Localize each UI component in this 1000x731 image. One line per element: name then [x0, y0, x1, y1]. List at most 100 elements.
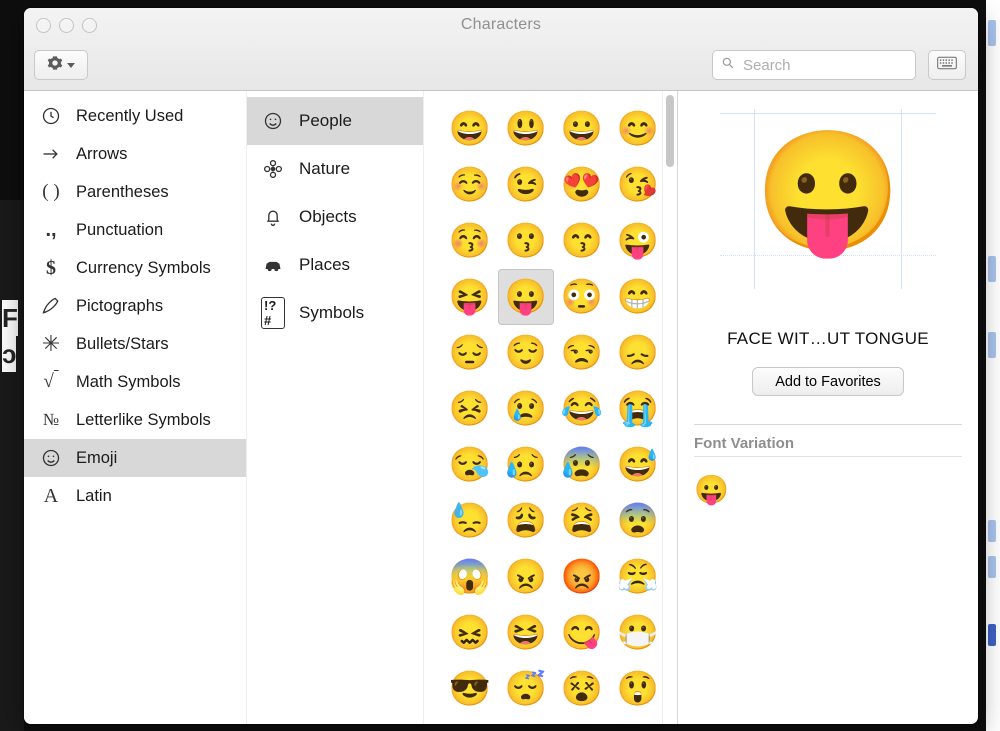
- emoji-cell[interactable]: 😣: [442, 381, 498, 437]
- emoji-cell[interactable]: 😆: [498, 605, 554, 661]
- keyboard-viewer-button[interactable]: [928, 50, 966, 80]
- emoji-cell[interactable]: 😔: [442, 325, 498, 381]
- subcategory-item-places[interactable]: Places: [247, 241, 423, 289]
- emoji-cell[interactable]: 😞: [610, 325, 662, 381]
- emoji-cell[interactable]: 😘: [610, 157, 662, 213]
- window-title: Characters: [24, 8, 978, 34]
- emoji-cell[interactable]: 😎: [442, 661, 498, 717]
- emoji-cell[interactable]: 😴: [498, 661, 554, 717]
- minimize-window-button[interactable]: [59, 18, 74, 33]
- body: Recently Used Arrows ( ) Parentheses .,Punct…: [24, 91, 978, 724]
- category-label: Parentheses: [76, 183, 169, 202]
- subcategory-item-symbols[interactable]: !?#Symbols: [247, 289, 423, 337]
- emoji-cell[interactable]: 😱: [442, 549, 498, 605]
- subcategory-item-nature[interactable]: Nature: [247, 145, 423, 193]
- emoji-cell[interactable]: 😚: [442, 213, 498, 269]
- category-label: Currency Symbols: [76, 259, 211, 278]
- emoji-cell[interactable]: 😃: [498, 101, 554, 157]
- category-item-latin[interactable]: ALatin: [24, 477, 246, 515]
- emoji-cell[interactable]: 😛: [498, 269, 554, 325]
- category-item-arrows[interactable]: Arrows: [24, 135, 246, 173]
- window-controls: [36, 18, 97, 33]
- subcategory-list: PeopleNatureObjectsPlaces!?#Symbols: [247, 91, 424, 724]
- emoji-cell[interactable]: 😩: [498, 493, 554, 549]
- emoji-cell[interactable]: 😄: [442, 101, 498, 157]
- category-item-picto[interactable]: Pictographs: [24, 287, 246, 325]
- category-label: Math Symbols: [76, 373, 181, 392]
- gear-icon: [47, 55, 63, 76]
- emoji-cell[interactable]: 😳: [554, 269, 610, 325]
- bell-icon: [261, 205, 285, 229]
- zoom-window-button[interactable]: [82, 18, 97, 33]
- close-window-button[interactable]: [36, 18, 51, 33]
- emoji-cell[interactable]: 😭: [610, 381, 662, 437]
- emoji-cell[interactable]: 😙: [554, 213, 610, 269]
- emoji-cell[interactable]: 😗: [498, 213, 554, 269]
- emoji-cell[interactable]: 😒: [554, 325, 610, 381]
- emoji-cell[interactable]: 😡: [554, 549, 610, 605]
- emoji-cell[interactable]: 😝: [442, 269, 498, 325]
- emoji-cell[interactable]: 😂: [554, 381, 610, 437]
- category-item-paren[interactable]: ( ) Parentheses: [24, 173, 246, 211]
- add-to-favorites-button[interactable]: Add to Favorites: [752, 367, 904, 396]
- character-grid-pane: 😄😃😀😊 ☺️😉😍😘 😚😗😙😜 😝😛😳😁 😔😌😒😞 😣😢😂😭 😪😥😰😅 😓😩😫😨 😱😠😡😤 😖😆😋…: [424, 91, 677, 724]
- search-input[interactable]: [741, 56, 907, 75]
- emoji-cell[interactable]: 😊: [610, 101, 662, 157]
- emoji-cell[interactable]: 😰: [554, 437, 610, 493]
- emoji-cell[interactable]: 😁: [610, 269, 662, 325]
- category-label: Bullets/Stars: [76, 335, 169, 354]
- subcategory-item-objects[interactable]: Objects: [247, 193, 423, 241]
- category-item-punct[interactable]: .,Punctuation: [24, 211, 246, 249]
- category-item-math[interactable]: √ Math Symbols: [24, 363, 246, 401]
- character-grid: 😄😃😀😊 ☺️😉😍😘 😚😗😙😜 😝😛😳😁 😔😌😒😞 😣😢😂😭 😪😥😰😅 😓😩😫😨 😱😠😡😤 😖😆😋…: [442, 101, 662, 724]
- emoji-cell[interactable]: 😷: [610, 605, 662, 661]
- emoji-cell[interactable]: 😅: [610, 437, 662, 493]
- emoji-cell[interactable]: 😨: [610, 493, 662, 549]
- emoji-cell[interactable]: 😀: [554, 101, 610, 157]
- category-label: Punctuation: [76, 221, 163, 240]
- category-item-letter[interactable]: №Letterlike Symbols: [24, 401, 246, 439]
- emoji-cell[interactable]: 😢: [498, 381, 554, 437]
- category-item-currency[interactable]: $Currency Symbols: [24, 249, 246, 287]
- category-item-bullets[interactable]: ✳︎Bullets/Stars: [24, 325, 246, 363]
- category-label: Recently Used: [76, 107, 183, 126]
- emoji-cell[interactable]: 😍: [554, 157, 610, 213]
- subcategory-label: Symbols: [299, 303, 364, 323]
- emoji-cell[interactable]: 😫: [554, 493, 610, 549]
- grid-scrollbar[interactable]: [662, 91, 677, 724]
- character-preview: 😛: [720, 109, 936, 289]
- category-item-emoji[interactable]: Emoji: [24, 439, 246, 477]
- emoji-cell[interactable]: 😪: [442, 437, 498, 493]
- emoji-cell[interactable]: 😤: [610, 549, 662, 605]
- characters-window: Characters: [24, 8, 978, 724]
- subcategory-item-people[interactable]: People: [247, 97, 423, 145]
- emoji-cell[interactable]: 😥: [498, 437, 554, 493]
- search-field[interactable]: [712, 50, 916, 80]
- paren-icon: ( ): [40, 181, 62, 203]
- emoji-cell[interactable]: 😓: [442, 493, 498, 549]
- emoji-cell[interactable]: 😲: [610, 661, 662, 717]
- action-menu-button[interactable]: [34, 50, 88, 80]
- character-grid-scroll[interactable]: 😄😃😀😊 ☺️😉😍😘 😚😗😙😜 😝😛😳😁 😔😌😒😞 😣😢😂😭 😪😥😰😅 😓😩😫😨 😱😠😡😤 😖😆😋…: [424, 91, 662, 724]
- smile-icon: [261, 109, 285, 133]
- emoji-cell[interactable]: 😈: [610, 717, 662, 724]
- font-variation-sample[interactable]: 😛: [694, 473, 729, 506]
- serif-a-icon: A: [40, 485, 62, 508]
- font-variation-header: Font Variation: [694, 435, 794, 452]
- emoji-cell[interactable]: 😋: [554, 605, 610, 661]
- car-icon: [261, 253, 285, 277]
- preview-glyph: 😛: [755, 133, 902, 251]
- emoji-cell[interactable]: 😜: [610, 213, 662, 269]
- emoji-cell[interactable]: 😠: [498, 549, 554, 605]
- scrollbar-thumb[interactable]: [666, 95, 674, 167]
- smile-icon: [40, 448, 62, 468]
- emoji-cell[interactable]: 😵: [554, 661, 610, 717]
- emoji-cell[interactable]: 😖: [442, 605, 498, 661]
- emoji-cell[interactable]: 😌: [498, 325, 554, 381]
- category-label: Pictographs: [76, 297, 163, 316]
- emoji-cell[interactable]: ☺️: [442, 157, 498, 213]
- emoji-cell[interactable]: 😉: [498, 157, 554, 213]
- pen-icon: [40, 296, 62, 316]
- category-item-recent[interactable]: Recently Used: [24, 97, 246, 135]
- add-to-favorites-label: Add to Favorites: [775, 374, 881, 390]
